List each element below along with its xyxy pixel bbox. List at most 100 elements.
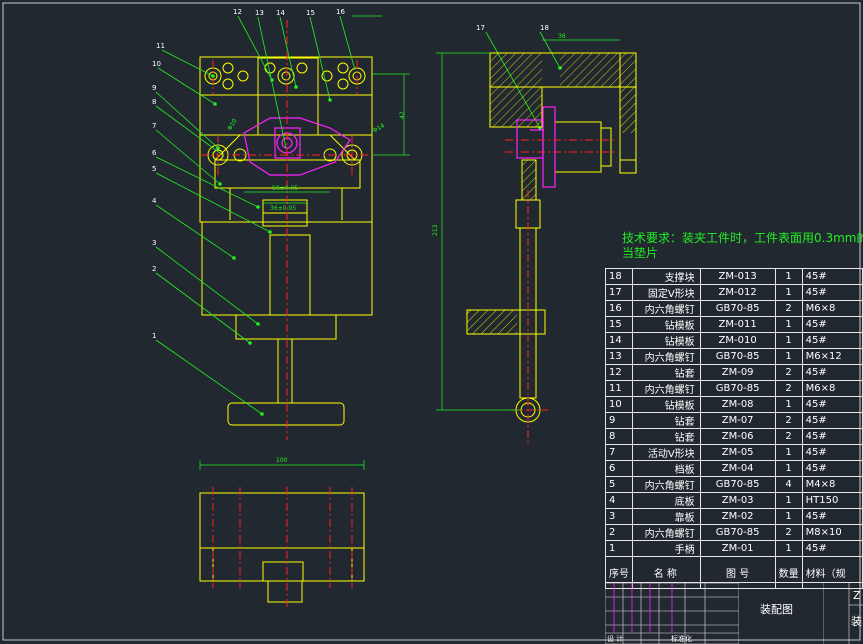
bom-cell-code: ZM-012 <box>699 284 776 301</box>
bom-cell-no: 16 <box>605 300 633 317</box>
drawing-title: 装配图 <box>760 603 793 616</box>
part-label-2: 2 <box>152 265 156 273</box>
bom-cell-material: 45# <box>801 460 863 477</box>
bom-cell-no: 3 <box>605 508 633 525</box>
bom-cell-name: 手柄 <box>632 540 701 557</box>
bom-row: 16 内六角螺钉 GB70-85 2 M6×8 <box>605 300 863 317</box>
bom-row: 5 内六角螺钉 GB70-85 4 M4×8 <box>605 476 863 493</box>
bom-cell-qty: 4 <box>774 476 803 493</box>
bom-cell-material: M6×12 <box>801 348 863 365</box>
bom-cell-material: 45# <box>801 412 863 429</box>
bom-cell-no: 8 <box>605 428 633 445</box>
bom-cell-no: 12 <box>605 364 633 381</box>
bom-cell-name: 钻模板 <box>632 332 701 349</box>
bom-cell-name: 固定V形块 <box>632 284 701 301</box>
bom-cell-name: 钻套 <box>632 364 701 381</box>
part-label-9: 9 <box>152 84 156 92</box>
part-label-3: 3 <box>152 239 156 247</box>
bom-cell-code: ZM-09 <box>699 364 776 381</box>
bom-row: 4 底板 ZM-03 1 HT150 <box>605 492 863 509</box>
part-label-4: 4 <box>152 197 157 205</box>
bom-cell-no: 13 <box>605 348 633 365</box>
bom-cell-code: ZM-03 <box>699 492 776 509</box>
bom-cell-material: 45# <box>801 428 863 445</box>
bom-cell-qty: 1 <box>774 316 803 333</box>
part-label-6: 6 <box>152 149 157 157</box>
bottom-view <box>199 492 365 603</box>
bom-cell-qty: 1 <box>774 540 803 557</box>
bom-row: 1 手柄 ZM-01 1 45# <box>605 540 863 557</box>
bom-cell-code: ZM-011 <box>699 316 776 333</box>
bom-cell-qty: 2 <box>774 364 803 381</box>
bom-cell-name: 档板 <box>632 460 701 477</box>
bom-cell-material: 45# <box>801 396 863 413</box>
bom-cell-no: 10 <box>605 396 633 413</box>
part-label-7: 7 <box>152 122 156 130</box>
bill-of-materials: 18 支撑块 ZM-013 1 45# 17 固定V形块 ZM-012 1 45# 16 内六角螺钉 G… <box>605 268 863 589</box>
bom-cell-qty: 1 <box>774 460 803 477</box>
bom-cell-material: 45# <box>801 540 863 557</box>
bom-cell-name: 钻套 <box>632 412 701 429</box>
bom-cell-code: GB70-85 <box>699 380 776 397</box>
bom-cell-material: M4×8 <box>801 476 863 493</box>
title-block-right <box>823 583 863 644</box>
bom-cell-qty: 1 <box>774 508 803 525</box>
bom-cell-code: GB70-85 <box>699 476 776 493</box>
bom-cell-qty: 1 <box>774 492 803 509</box>
bom-cell-name: 钻套 <box>632 428 701 445</box>
bom-cell-qty: 1 <box>774 268 803 285</box>
bom-cell-code: ZM-05 <box>699 444 776 461</box>
bom-cell-name: 钻模板 <box>632 396 701 413</box>
dim-phi14: Φ14 <box>372 122 386 134</box>
dim-36: 36 <box>558 33 566 40</box>
bom-row: 7 活动V形块 ZM-05 1 45# <box>605 444 863 461</box>
front-centerlines <box>200 20 372 440</box>
bom-cell-qty: 1 <box>774 348 803 365</box>
bom-cell-name: 内六角螺钉 <box>632 380 701 397</box>
bom-cell-name: 活动V形块 <box>632 444 701 461</box>
bom-row: 10 钻模板 ZM-08 1 45# <box>605 396 863 413</box>
bom-cell-qty: 1 <box>774 444 803 461</box>
part-label-14: 14 <box>276 9 285 17</box>
part-label-12: 12 <box>233 8 242 16</box>
bom-cell-no: 9 <box>605 412 633 429</box>
bom-cell-qty: 2 <box>774 380 803 397</box>
bom-cell-material: 45# <box>801 332 863 349</box>
bom-cell-qty: 2 <box>774 524 803 541</box>
bom-row: 9 钻套 ZM-07 2 45# <box>605 412 863 429</box>
bom-cell-qty: 2 <box>774 428 803 445</box>
part-label-1: 1 <box>152 332 156 340</box>
part-label-17: 17 <box>476 24 485 32</box>
tech-requirements: 技术要求：装夹工件时，工件表面用0.3mm的铜 当垫片 <box>622 231 863 261</box>
bom-cell-name: 底板 <box>632 492 701 509</box>
dim-100: 100 <box>276 457 288 464</box>
bom-row: 6 档板 ZM-04 1 45# <box>605 460 863 477</box>
bom-cell-qty: 2 <box>774 412 803 429</box>
dim-phi10: Φ10 <box>226 117 238 131</box>
dim-58: 58±0.05 <box>272 185 298 192</box>
bom-cell-no: 17 <box>605 284 633 301</box>
part-label-18: 18 <box>540 24 549 32</box>
bom-cell-no: 4 <box>605 492 633 509</box>
tech-requirements-line2: 当垫片 <box>622 246 659 260</box>
bom-cell-no: 6 <box>605 460 633 477</box>
bom-cell-material: 45# <box>801 316 863 333</box>
bom-cell-qty: 1 <box>774 284 803 301</box>
bom-row: 18 支撑块 ZM-013 1 45# <box>605 268 863 285</box>
bom-cell-qty: 1 <box>774 396 803 413</box>
part-label-13: 13 <box>255 9 264 17</box>
workpiece-front <box>243 117 351 176</box>
bom-cell-no: 5 <box>605 476 633 493</box>
bom-cell-code: ZM-04 <box>699 460 776 477</box>
part-label-15: 15 <box>306 9 315 17</box>
bom-cell-material: M6×8 <box>801 380 863 397</box>
bom-cell-no: 7 <box>605 444 633 461</box>
part-label-10: 10 <box>152 60 161 68</box>
bom-cell-code: ZM-013 <box>699 268 776 285</box>
bom-cell-no: 15 <box>605 316 633 333</box>
title-block: 设 计 标准化 装配图 Z 装 <box>605 582 863 644</box>
front-view <box>199 56 373 426</box>
bom-cell-material: HT150 <box>801 492 863 509</box>
bom-row: 12 钻套 ZM-09 2 45# <box>605 364 863 381</box>
part-label-16: 16 <box>336 8 345 16</box>
